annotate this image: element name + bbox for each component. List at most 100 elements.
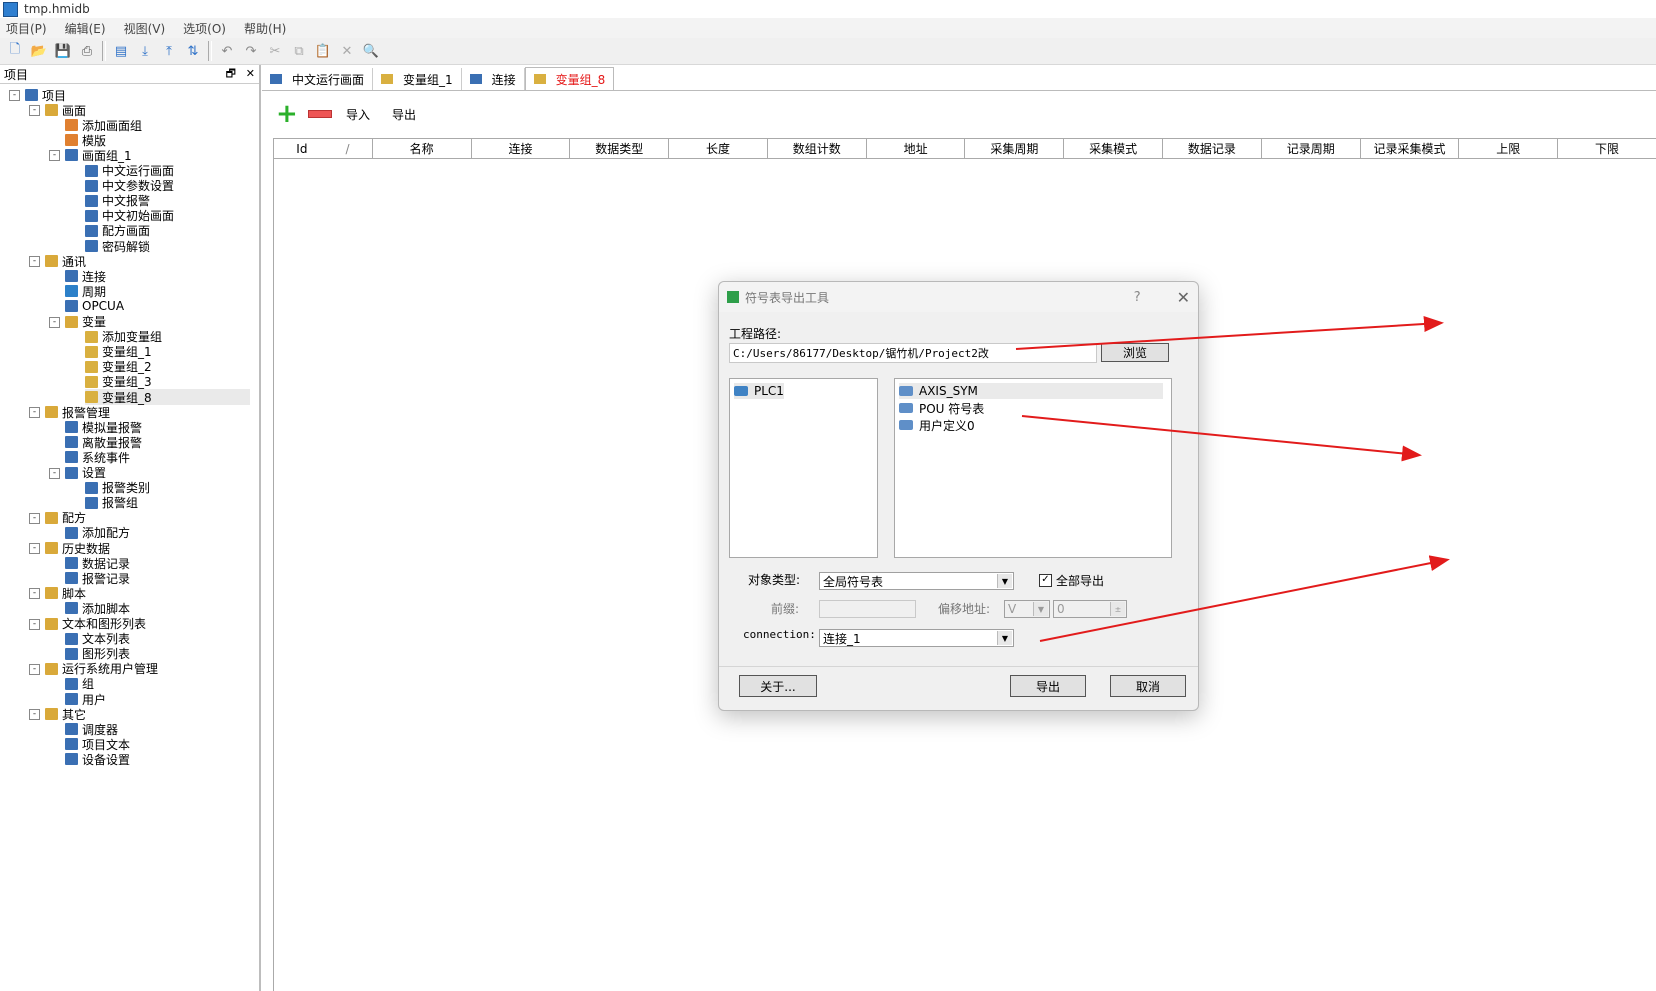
tab-2[interactable]: 连接 [462,68,525,90]
tree-item[interactable]: 中文报警 [85,193,150,209]
tree-item[interactable]: 组 [65,676,94,692]
menu-item[interactable]: 项目(P) [6,20,47,37]
upload-icon[interactable]: ⤒ [160,42,178,60]
open-icon[interactable]: 📂 [30,42,48,60]
object-type-select[interactable]: 全局符号表 ▼ [819,572,1014,590]
tab-0[interactable]: 中文运行画面 [262,68,374,90]
tree-item[interactable]: 中文参数设置 [85,178,174,194]
column-header[interactable]: 数据记录 [1163,139,1262,158]
tree-item[interactable]: 中文运行画面 [85,163,174,179]
expand-toggle-icon[interactable]: - [49,316,60,328]
tree-item[interactable]: 画面组_1 [65,147,132,163]
tree-item[interactable]: 配方画面 [85,223,150,239]
export-dialog-button[interactable]: 导出 [1010,675,1086,697]
expand-toggle-icon[interactable]: - [49,467,60,479]
add-icon[interactable]: + [276,101,300,127]
tree-item[interactable]: 离散量报警 [65,434,142,450]
close-icon[interactable]: ✕ [1177,288,1190,307]
close-panel-icon[interactable]: ✕ [246,67,255,80]
save-icon[interactable]: 💾 [54,42,72,60]
tree-item[interactable]: 报警管理 [45,404,110,420]
symbol-list-item[interactable]: POU 符号表 [899,400,984,416]
tree-item[interactable]: 报警记录 [65,570,130,586]
tree-item[interactable]: 变量 [65,314,106,330]
column-header[interactable]: 采集周期 [965,139,1065,158]
menu-item[interactable]: 帮助(H) [244,20,286,37]
print-icon[interactable]: ⎙ [78,42,96,60]
expand-toggle-icon[interactable]: - [29,543,40,554]
tree-item[interactable]: 添加变量组 [85,329,162,345]
tree-item[interactable]: 文本列表 [65,631,130,647]
tree-item[interactable]: 周期 [65,283,106,299]
tree-item[interactable]: 数据记录 [65,555,130,571]
tree-item[interactable]: 密码解锁 [85,238,150,254]
offset-type-select[interactable]: V ▼ [1004,600,1050,618]
redo-icon[interactable]: ↷ [242,42,260,60]
symbol-list-item[interactable]: 用户定义0 [899,417,975,433]
plc-list-item[interactable]: PLC1 [734,383,784,399]
download-icon[interactable]: ⤓ [136,42,154,60]
column-header[interactable]: 采集模式 [1064,139,1164,158]
offset-value-spinner[interactable]: 0 ± [1053,600,1127,618]
symbol-list-item[interactable]: AXIS_SYM [899,383,1163,399]
column-header[interactable]: 上限 [1459,139,1559,158]
tree-item[interactable]: 模拟量报警 [65,419,142,435]
tree-item[interactable]: 变量组_3 [85,374,152,390]
delete-icon[interactable]: ✕ [338,42,356,60]
expand-toggle-icon[interactable]: - [29,618,40,630]
transfer-icon[interactable]: ⇅ [184,42,202,60]
expand-toggle-icon[interactable]: - [29,709,40,721]
paste-icon[interactable]: 📋 [314,42,332,60]
tree-item[interactable]: 画面 [45,102,86,118]
tree-item[interactable]: 通讯 [45,253,86,269]
tree-item[interactable]: 中文初始画面 [85,208,174,224]
new-icon[interactable]: 🗋 [6,42,24,60]
tree-item[interactable]: 报警类别 [85,480,150,496]
column-header[interactable]: 数组计数 [768,139,867,158]
path-field[interactable]: C:/Users/86177/Desktop/锯竹机/Project2改 [729,343,1097,363]
expand-toggle-icon[interactable]: - [29,663,40,675]
cut-icon[interactable]: ✂ [266,42,284,60]
tree-item[interactable]: 历史数据 [45,540,110,556]
column-header[interactable]: 名称 [373,139,472,158]
expand-toggle-icon[interactable]: - [29,256,40,268]
export-all-checkbox[interactable]: ✓ 全部导出 [1039,572,1104,589]
undo-icon[interactable]: ↶ [218,42,236,60]
expand-toggle-icon[interactable]: - [9,90,20,101]
remove-icon[interactable] [308,110,332,118]
tree-item[interactable]: 添加脚本 [65,600,130,616]
menu-item[interactable]: 编辑(E) [65,20,106,37]
find-icon[interactable]: 🔍 [362,42,380,60]
column-header[interactable]: 地址 [867,139,966,158]
tree-item[interactable]: 用户 [65,691,106,707]
expand-toggle-icon[interactable]: - [29,512,40,524]
tree-item[interactable]: 设备设置 [65,751,130,767]
export-button[interactable]: 导出 [392,106,416,123]
menu-item[interactable]: 选项(O) [183,20,226,37]
prefix-field[interactable] [819,600,916,618]
column-header[interactable]: 连接 [472,139,571,158]
column-header[interactable]: 长度 [669,139,768,158]
symbol-list[interactable]: AXIS_SYM POU 符号表 用户定义0 [894,378,1172,558]
column-header[interactable]: 记录周期 [1262,139,1361,158]
tree-item[interactable]: 配方 [45,510,86,526]
tree-item[interactable]: 报警组 [85,495,138,511]
copy-icon[interactable]: ⧉ [290,42,308,60]
plc-list[interactable]: PLC1 [729,378,878,558]
tab-3[interactable]: 变量组_8 [524,67,615,90]
deploy-icon[interactable]: ▤ [112,42,130,60]
tab-1[interactable]: 变量组_1 [373,68,462,90]
connection-select[interactable]: 连接_1 ▼ [819,629,1014,647]
tree-item[interactable]: 项目 [25,87,66,103]
expand-toggle-icon[interactable]: - [29,588,40,600]
pin-icon[interactable]: 🗗 [226,67,236,80]
menu-item[interactable]: 视图(V) [124,20,166,37]
tree-item[interactable]: 运行系统用户管理 [45,661,158,677]
tree-item[interactable]: 变量组_2 [85,359,152,375]
cancel-button[interactable]: 取消 [1110,675,1186,697]
help-icon[interactable]: ? [1134,290,1141,305]
tree-item[interactable]: 图形列表 [65,646,130,662]
column-header[interactable]: 记录采集模式 [1361,139,1460,158]
browse-button[interactable]: 浏览 [1101,343,1169,362]
tree-item[interactable]: 其它 [45,706,86,722]
